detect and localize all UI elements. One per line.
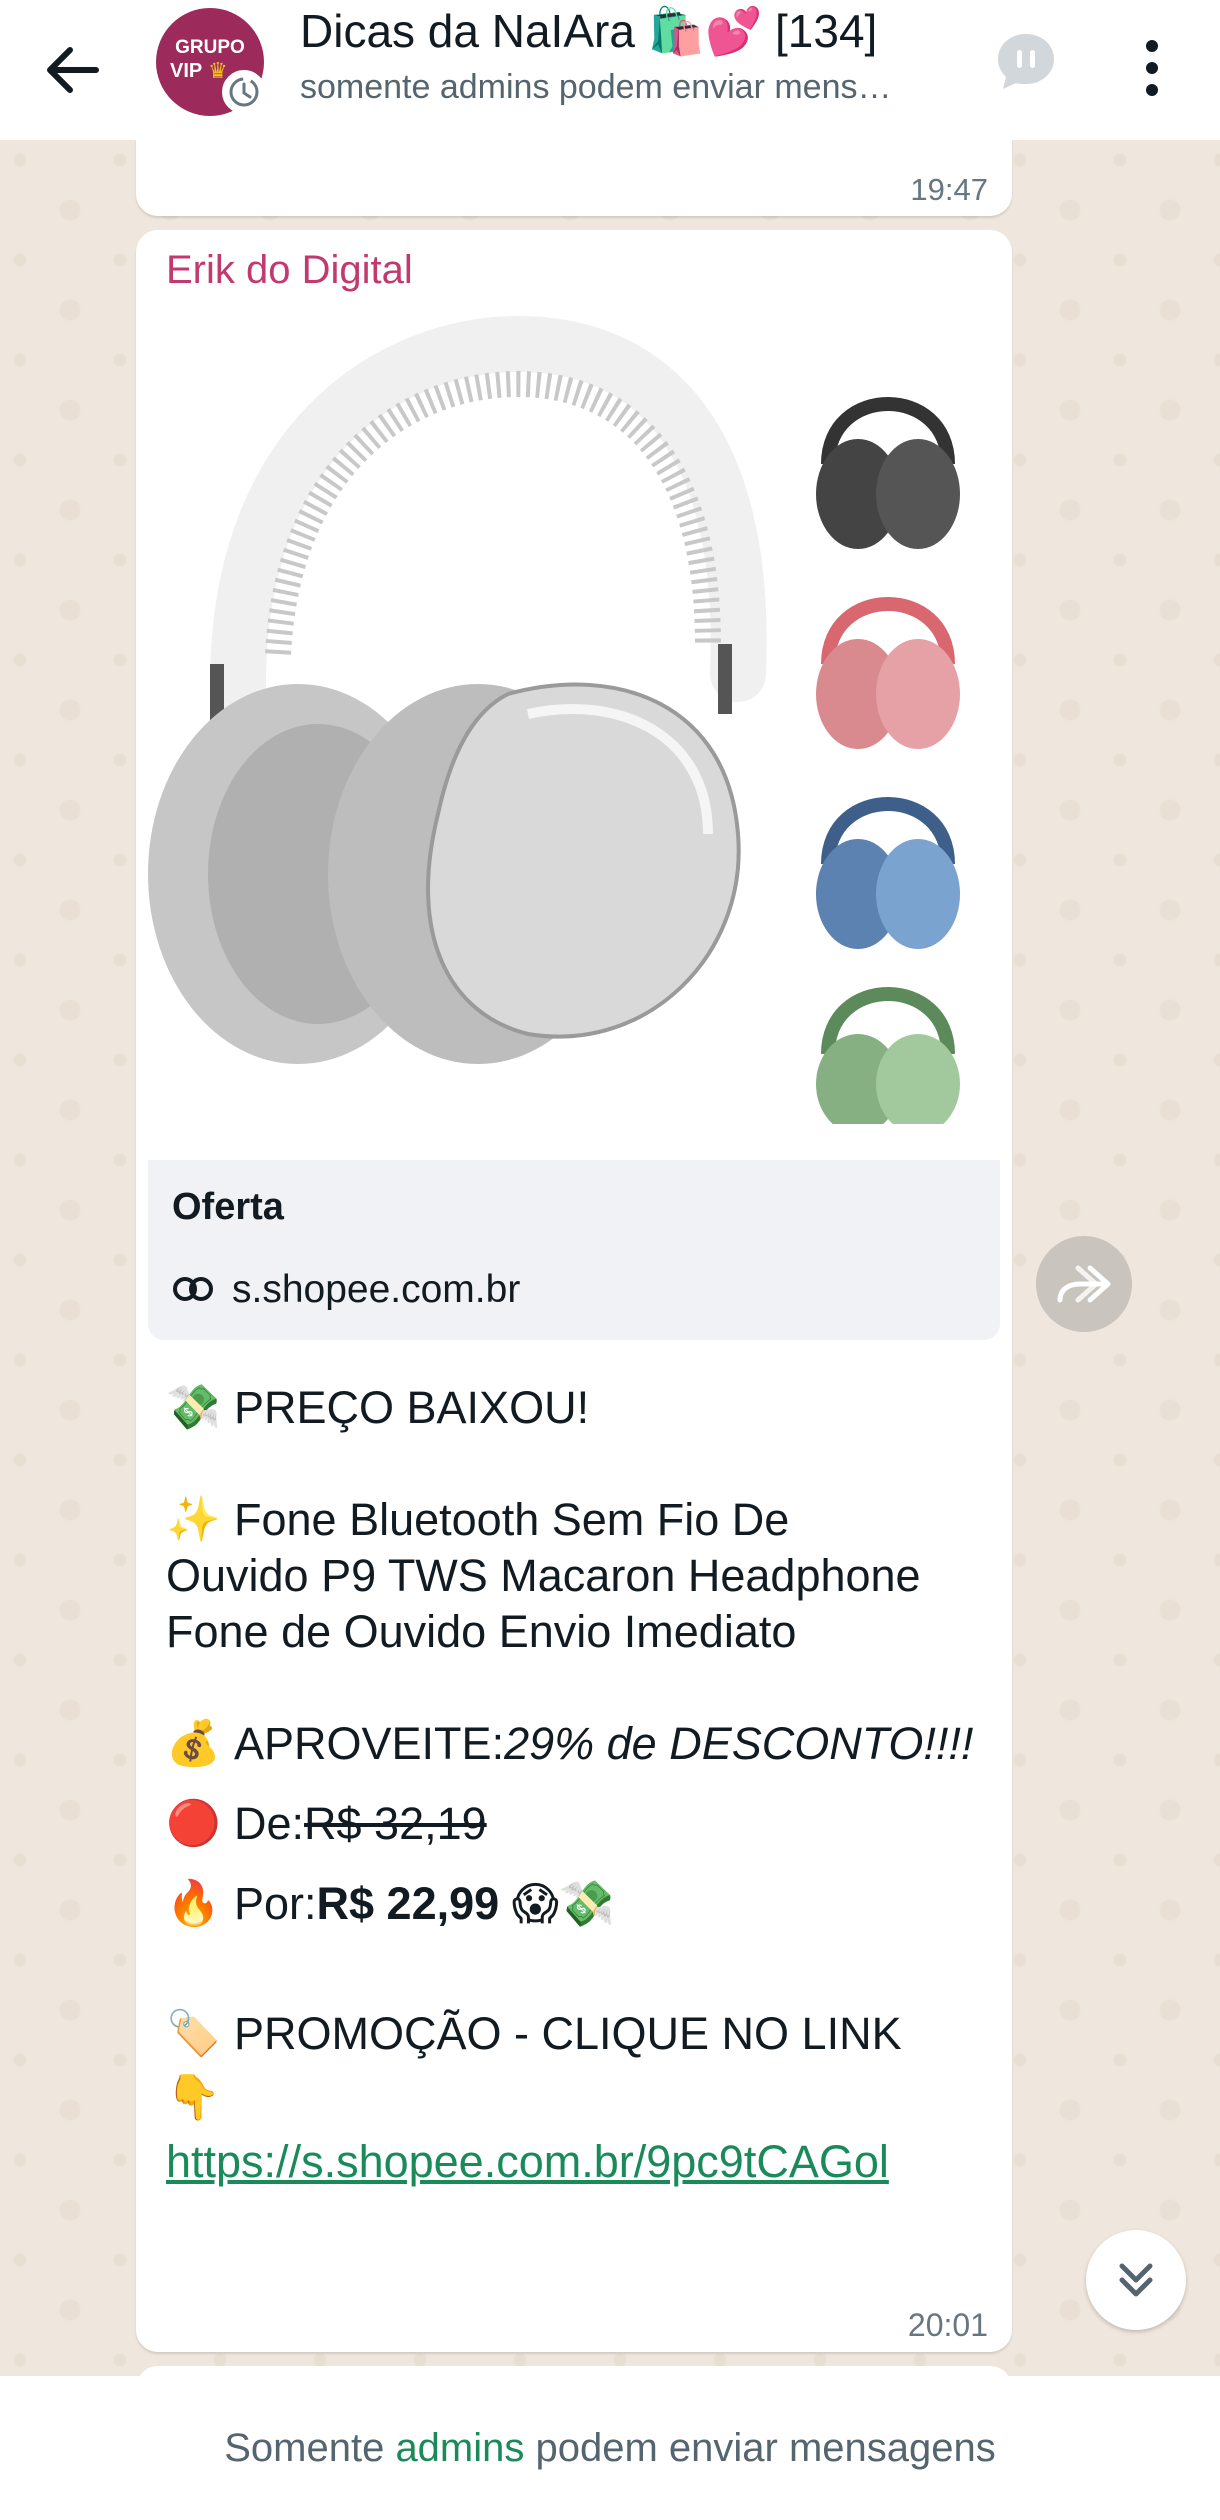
next-message-bubble[interactable]	[136, 2366, 1012, 2376]
label-tag-icon: 🏷️	[166, 2009, 221, 2058]
pointing-down-icon: 👇	[166, 2073, 221, 2122]
sender-name[interactable]: Erik do Digital	[166, 248, 413, 293]
discount-text: 29% de DESCONTO!!!!	[504, 1718, 974, 1769]
link-preview-title: Oferta	[172, 1186, 284, 1228]
notice-prefix: Somente	[224, 2425, 396, 2470]
disappearing-timer-icon	[222, 70, 266, 114]
money-wings-icon: 💸	[166, 1383, 221, 1432]
message-line: PROMOÇÃO - CLIQUE NO LINK	[234, 2008, 902, 2059]
message-bubble[interactable]: Erik do Digital Oferta s.shopee.com.br 💸…	[136, 230, 1012, 2352]
fire-icon: 🔥	[166, 1879, 221, 1928]
message-line: Fone de Ouvido Envio Imediato	[166, 1606, 797, 1657]
scroll-to-bottom-icon[interactable]	[1086, 2230, 1186, 2330]
red-circle-icon: 🔴	[166, 1799, 221, 1848]
old-price: R$ 32,19	[304, 1798, 487, 1849]
screaming-face-icon: 😱💸	[511, 1878, 615, 1929]
message-time: 19:47	[910, 172, 988, 207]
link-preview-domain: s.shopee.com.br	[232, 1268, 521, 1311]
avatar-text-vip: VIP	[170, 60, 203, 82]
chat-header: GRUPO VIP ♛ Dicas da NaIAra 🛍️💕 [134] so…	[0, 0, 1220, 140]
message-text: 💸 PREÇO BAIXOU! ✨ Fone Bluetooth Sem Fio D…	[166, 1380, 986, 2190]
previous-message-bubble[interactable]: 19:47	[136, 140, 1012, 216]
chat-title[interactable]: Dicas da NaIAra 🛍️💕 [134]	[300, 4, 877, 59]
admins-link[interactable]: admins	[395, 2426, 524, 2471]
product-image[interactable]	[148, 314, 1000, 1134]
back-arrow-icon[interactable]	[38, 36, 106, 104]
forward-icon[interactable]	[1036, 1236, 1132, 1332]
admins-only-notice: Somente admins podem enviar mensagens	[0, 2376, 1220, 2520]
message-line: PREÇO BAIXOU!	[234, 1382, 590, 1433]
old-price-label: De:	[234, 1798, 305, 1849]
message-line: Ouvido P9 TWS Macaron Headphone	[166, 1550, 921, 1601]
voice-chat-icon[interactable]	[990, 26, 1062, 98]
message-line: Fone Bluetooth Sem Fio De	[234, 1494, 790, 1545]
offer-link[interactable]: https://s.shopee.com.br/9pc9tCAGol	[166, 2134, 889, 2190]
link-preview[interactable]: Oferta s.shopee.com.br	[148, 1160, 1000, 1340]
more-options-icon[interactable]	[1132, 28, 1172, 108]
aproveite-label: APROVEITE:	[234, 1718, 505, 1769]
new-price-label: Por:	[234, 1878, 317, 1929]
sparkles-icon: ✨	[166, 1495, 221, 1544]
new-price: R$ 22,99	[316, 1878, 500, 1929]
chat-subtitle[interactable]: somente admins podem enviar mens…	[300, 68, 950, 107]
chat-area[interactable]: 19:47 Erik do Digital Oferta s.shopee.co…	[0, 140, 1220, 2376]
money-bag-icon: 💰	[166, 1719, 221, 1768]
message-time: 20:01	[907, 2307, 988, 2343]
avatar-text-grupo: GRUPO	[175, 37, 245, 58]
link-icon	[172, 1268, 214, 1312]
notice-suffix: podem enviar mensagens	[524, 2425, 996, 2470]
link-preview-domain-row: s.shopee.com.br	[172, 1268, 520, 1312]
